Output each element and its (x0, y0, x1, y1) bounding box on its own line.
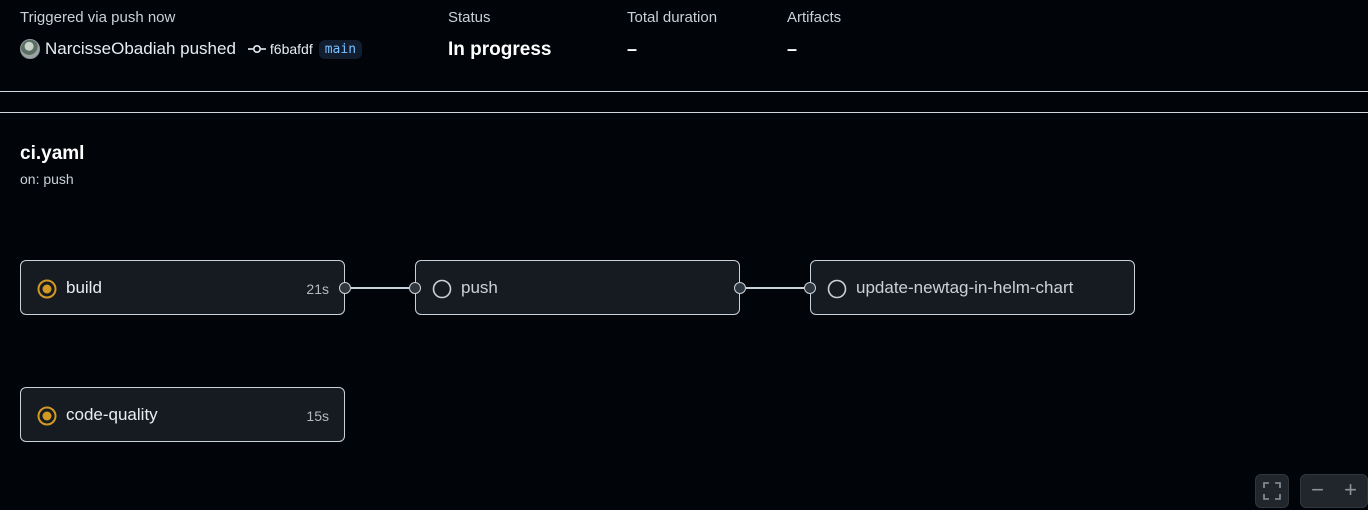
avatar[interactable] (20, 39, 40, 59)
input-port (409, 282, 421, 294)
zoom-out-button[interactable]: − (1301, 475, 1334, 507)
duration-column: Total duration – (627, 9, 718, 59)
artifacts-column: Artifacts – (787, 9, 842, 59)
job-card-update-newtag-in-helm-chart[interactable]: update-newtag-in-helm-chart (804, 260, 1135, 315)
duration-label: Total duration (627, 9, 718, 26)
divider (0, 112, 1368, 113)
status-column: Status In progress (448, 9, 551, 60)
duration-value: – (627, 39, 638, 59)
divider (0, 91, 1368, 92)
job-name: build (66, 278, 102, 297)
artifacts-label: Artifacts (787, 9, 842, 26)
output-port (339, 282, 351, 294)
zoom-in-button[interactable]: + (1334, 475, 1367, 507)
job-card-push[interactable]: push (409, 260, 746, 315)
in-progress-icon (37, 279, 57, 299)
job-name: push (461, 278, 498, 297)
artifacts-value: – (787, 39, 798, 59)
trigger-column: Triggered via push now NarcisseObadiah p… (20, 9, 363, 59)
job-duration: 15s (306, 408, 329, 424)
workflow-trigger: on: push (20, 171, 74, 187)
job-connector (351, 287, 409, 289)
branch-badge[interactable]: main (318, 39, 363, 59)
job-card-code-quality[interactable]: code-quality 15s (20, 387, 345, 442)
in-progress-icon (37, 406, 57, 426)
fit-to-screen-button[interactable] (1255, 474, 1289, 508)
job-name: code-quality (66, 405, 158, 424)
input-port (804, 282, 816, 294)
queued-icon (432, 279, 452, 299)
status-value: In progress (448, 39, 552, 60)
job-connector (746, 287, 804, 289)
job-name: update-newtag-in-helm-chart (856, 278, 1074, 297)
zoom-controls: − + (1300, 474, 1368, 508)
job-card-build[interactable]: build 21s (20, 260, 351, 315)
fullscreen-icon (1263, 482, 1281, 500)
job-duration: 21s (306, 281, 329, 297)
trigger-details: NarcisseObadiah pushed f6bafdf main (20, 39, 363, 59)
commit-icon (247, 44, 266, 54)
queued-icon (827, 279, 847, 299)
run-summary: Triggered via push now NarcisseObadiah p… (0, 0, 1368, 92)
actor-name[interactable]: NarcisseObadiah pushed (45, 39, 236, 59)
output-port (734, 282, 746, 294)
commit-sha-link[interactable]: f6bafdf (270, 41, 313, 57)
status-label: Status (448, 9, 491, 26)
workflow-file-title: ci.yaml (20, 143, 85, 164)
trigger-label: Triggered via push now (20, 9, 176, 26)
